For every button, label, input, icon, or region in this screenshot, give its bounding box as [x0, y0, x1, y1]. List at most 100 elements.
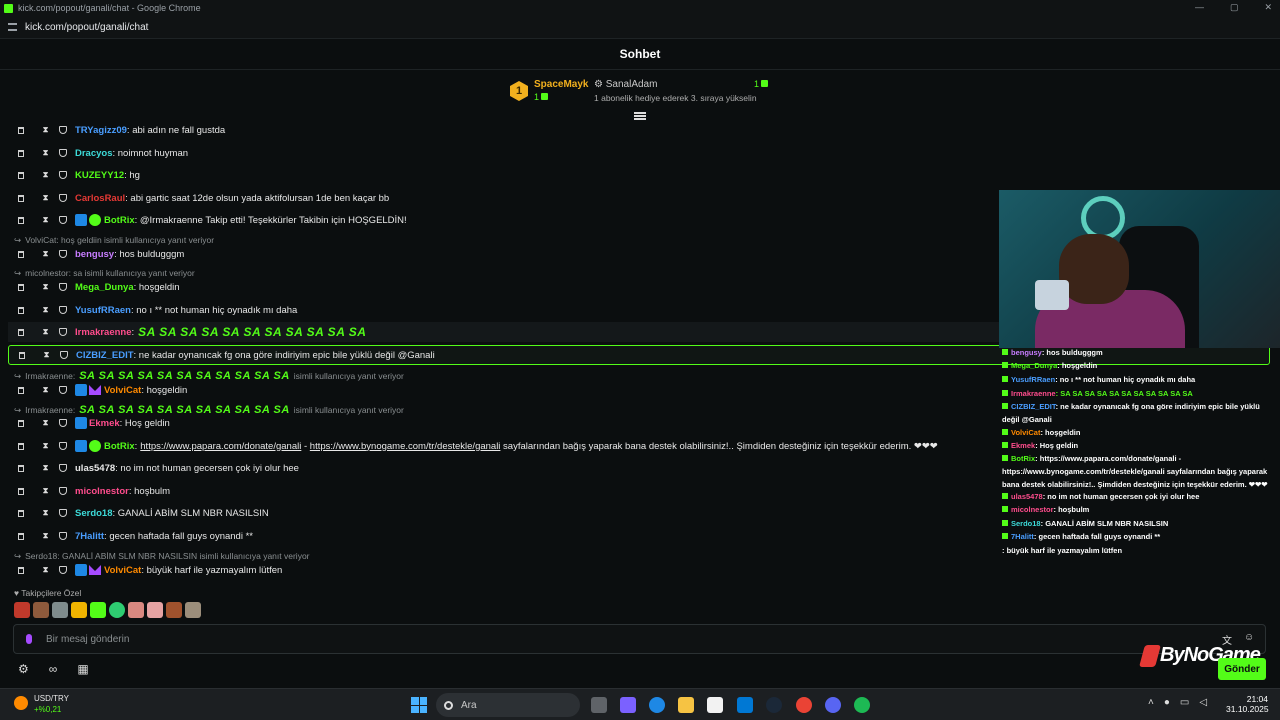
ban-icon[interactable]	[60, 351, 68, 359]
chat-input[interactable]: Bir mesaj gönderin	[13, 624, 1266, 654]
emote-icon[interactable]	[109, 602, 125, 618]
chat-message[interactable]: ⧗ bengusy : hos buldugggm	[8, 244, 184, 264]
address-bar[interactable]: kick.com/popout/ganali/chat	[0, 16, 1280, 38]
chevron-up-icon[interactable]: ˄	[1148, 697, 1154, 708]
chat-username[interactable]: TRYagizz09	[75, 125, 127, 136]
delete-icon[interactable]	[18, 566, 24, 574]
ban-icon[interactable]	[59, 328, 67, 336]
settings-icon[interactable]: ⚙	[18, 662, 29, 676]
delete-icon[interactable]	[18, 386, 24, 394]
delete-icon[interactable]	[18, 328, 24, 336]
timeout-icon[interactable]: ⧗	[42, 487, 49, 495]
volume-icon[interactable]: ◁	[1199, 697, 1207, 708]
chat-message[interactable]: ⧗ BotRix : @Irmakraenne Takip etti! Teşe…	[8, 210, 407, 230]
delete-icon[interactable]	[18, 306, 24, 314]
microphone-tray-icon[interactable]: ●	[1164, 697, 1170, 708]
ban-icon[interactable]	[59, 442, 67, 450]
timeout-icon[interactable]: ⧗	[42, 442, 49, 450]
delete-icon[interactable]	[18, 216, 24, 224]
chat-username[interactable]: Mega_Dunya	[75, 282, 134, 293]
steam-icon[interactable]	[766, 697, 782, 713]
network-icon[interactable]: ▭	[1180, 697, 1189, 708]
ban-icon[interactable]	[59, 509, 67, 517]
timeout-icon[interactable]: ⧗	[42, 194, 49, 202]
task-view-icon[interactable]	[591, 697, 607, 713]
chat-username[interactable]: CarlosRaul	[75, 193, 125, 204]
discord-icon[interactable]	[825, 697, 841, 713]
emote-icon[interactable]	[166, 602, 182, 618]
ban-icon[interactable]	[59, 126, 67, 134]
delete-icon[interactable]	[18, 250, 24, 258]
delete-icon[interactable]	[18, 194, 24, 202]
delete-icon[interactable]	[19, 351, 25, 359]
microphone-icon[interactable]	[26, 634, 32, 644]
chat-message[interactable]: ⧗ ulas5478 : no im not human gecersen ço…	[8, 458, 299, 478]
chat-username[interactable]: 7Halitt	[75, 531, 104, 542]
ban-icon[interactable]	[59, 283, 67, 291]
url-text[interactable]: kick.com/popout/ganali/chat	[25, 22, 148, 33]
chat-message[interactable]: ⧗ BotRix : https://www.papara.com/donate…	[8, 436, 938, 456]
minimize-icon[interactable]: —	[1195, 2, 1204, 13]
timeout-icon[interactable]: ⧗	[42, 126, 49, 134]
timeout-icon[interactable]: ⧗	[42, 566, 49, 574]
clock[interactable]: 21:04 31.10.2025	[1226, 694, 1269, 714]
emote-icon[interactable]	[33, 602, 49, 618]
chat-username[interactable]: CIZBIZ_EDIT	[76, 350, 134, 361]
ban-icon[interactable]	[59, 419, 67, 427]
delete-icon[interactable]	[18, 419, 24, 427]
timeout-icon[interactable]: ⧗	[42, 532, 49, 540]
chat-username[interactable]: Ekmek	[89, 418, 120, 429]
timeout-icon[interactable]: ⧗	[42, 386, 49, 394]
timeout-icon[interactable]: ⧗	[42, 328, 49, 336]
emote-icon[interactable]	[90, 602, 106, 618]
start-icon[interactable]	[411, 697, 427, 713]
delete-icon[interactable]	[18, 283, 24, 291]
infinity-icon[interactable]: ∞	[49, 662, 58, 676]
gift-leaderboard[interactable]: 1 SpaceMayk 1 ⚙ SanalAdam 1 1 abonelik h…	[508, 76, 778, 110]
collapse-pinned-icon[interactable]	[634, 112, 646, 122]
chrome-icon[interactable]	[796, 697, 812, 713]
chat-username[interactable]: bengusy	[75, 249, 114, 260]
chat-username[interactable]: YusufRRaen	[75, 305, 131, 316]
chat-message[interactable]: ⧗ Serdo18 : GANALİ ABİM SLM NBR NASILSIN	[8, 503, 269, 523]
chat-username[interactable]: Dracyos	[75, 148, 113, 159]
ban-icon[interactable]	[59, 306, 67, 314]
second-name[interactable]: ⚙ SanalAdam	[594, 79, 657, 90]
ban-icon[interactable]	[59, 216, 67, 224]
timeout-icon[interactable]: ⧗	[42, 306, 49, 314]
emote-quickbar[interactable]	[14, 602, 201, 618]
chat-message[interactable]: ⧗ 7Halitt : gecen haftada fall guys oyna…	[8, 526, 253, 546]
delete-icon[interactable]	[18, 509, 24, 517]
chat-username[interactable]: ulas5478	[75, 463, 115, 474]
ban-icon[interactable]	[59, 532, 67, 540]
spotify-icon[interactable]	[854, 697, 870, 713]
timeout-icon[interactable]: ⧗	[42, 509, 49, 517]
chat-message[interactable]: ⧗ Mega_Dunya : hoşgeldin	[8, 277, 180, 297]
chat-message[interactable]: ⧗ YusufRRaen : no ı ** not human hiç oyn…	[8, 300, 297, 320]
chat-username[interactable]: Serdo18	[75, 508, 113, 519]
ban-icon[interactable]	[59, 566, 67, 574]
ban-icon[interactable]	[59, 487, 67, 495]
send-button[interactable]: Gönder	[1218, 658, 1266, 680]
delete-icon[interactable]	[18, 464, 24, 472]
emote-icon[interactable]	[185, 602, 201, 618]
chat-message[interactable]: ⧗ micolnestor : hoşbulm	[8, 481, 170, 501]
chat-input-placeholder[interactable]: Bir mesaj gönderin	[46, 634, 129, 645]
store-app-icon[interactable]	[707, 697, 723, 713]
emote-icon[interactable]	[128, 602, 144, 618]
chat-username[interactable]: BotRix	[104, 215, 135, 226]
chat-message[interactable]: ⧗ VolviCat : hoşgeldin	[8, 380, 187, 400]
timeout-icon[interactable]: ⧗	[43, 351, 50, 359]
outlook-icon[interactable]	[737, 697, 753, 713]
chat-username[interactable]: VolviCat	[104, 565, 141, 576]
maximize-icon[interactable]: ▢	[1230, 2, 1239, 13]
edge-icon[interactable]	[649, 697, 665, 713]
site-settings-icon[interactable]	[8, 23, 17, 31]
emote-icon[interactable]	[14, 602, 30, 618]
chat-message[interactable]: ⧗ Ekmek : Hoş geldin	[8, 413, 170, 433]
close-icon[interactable]: ✕	[1264, 2, 1272, 13]
delete-icon[interactable]	[18, 532, 24, 540]
taskbar-search[interactable]: Ara	[436, 693, 580, 717]
chat-username[interactable]: micolnestor	[75, 486, 129, 497]
ban-icon[interactable]	[59, 149, 67, 157]
